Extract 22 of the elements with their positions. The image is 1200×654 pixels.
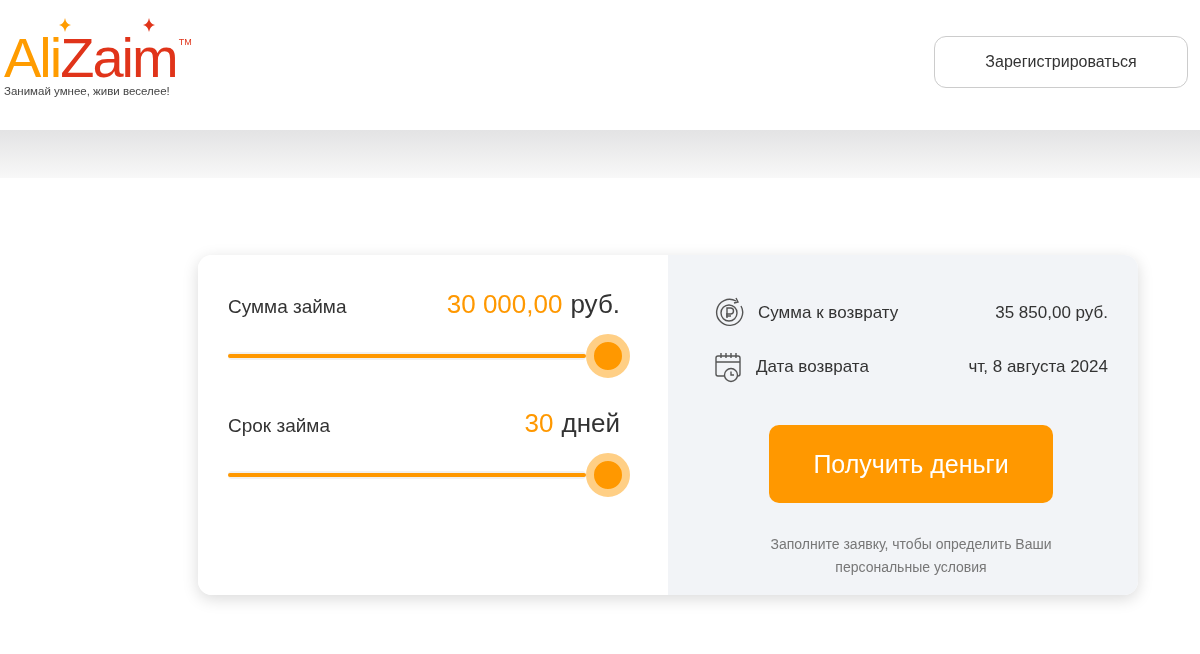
sparkle-icon (59, 18, 71, 32)
sparkle-icon (143, 18, 155, 32)
logo-tagline: Занимай умнее, живи веселее! (4, 85, 171, 97)
slider-thumb[interactable] (586, 334, 630, 378)
summary-label: Дата возврата (756, 357, 870, 377)
logo-text: Ali (4, 33, 61, 83)
slider-unit: руб. (570, 289, 620, 319)
summary-value: 35 850,00 руб. (995, 303, 1108, 323)
register-button[interactable]: Зарегистрироваться (934, 36, 1188, 88)
summary-value: чт, 8 августа 2024 (968, 357, 1108, 377)
slider-label: Срок займа (228, 415, 330, 437)
calendar-clock-icon (714, 351, 744, 383)
slider-value: 30 000,00 (446, 289, 563, 319)
summary-label: Сумма к возврату (758, 303, 900, 323)
info-note: Заполните заявку, чтобы определить Ваши персональные условия (769, 535, 1053, 577)
slider-thumb[interactable] (586, 453, 630, 497)
slider-unit: дней (561, 408, 620, 438)
logo-text: Zaim (60, 33, 177, 83)
slider-value: 30 (524, 408, 554, 438)
coin-return-icon (714, 297, 746, 329)
trademark: TM (178, 37, 192, 47)
slider-label: Сумма займа (228, 296, 347, 318)
